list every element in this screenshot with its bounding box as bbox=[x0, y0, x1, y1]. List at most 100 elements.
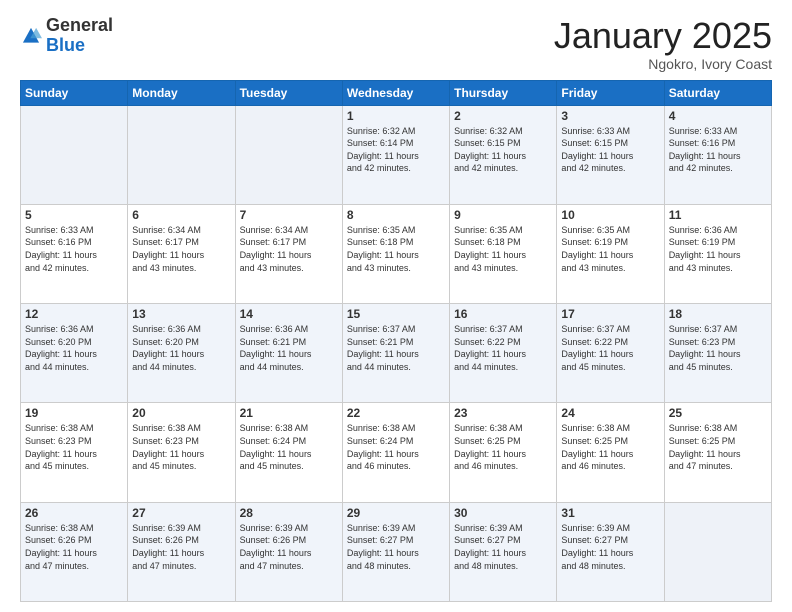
calendar-day-cell: 23 Sunrise: 6:38 AM Sunset: 6:25 PM Dayli… bbox=[450, 403, 557, 502]
day-info: Sunrise: 6:33 AM Sunset: 6:16 PM Dayligh… bbox=[669, 125, 767, 175]
day-number: 18 bbox=[669, 307, 767, 321]
calendar-week-row: 1 Sunrise: 6:32 AM Sunset: 6:14 PM Daylig… bbox=[21, 105, 772, 204]
location: Ngokro, Ivory Coast bbox=[554, 56, 772, 72]
day-info: Sunrise: 6:39 AM Sunset: 6:27 PM Dayligh… bbox=[454, 522, 552, 572]
day-info: Sunrise: 6:39 AM Sunset: 6:26 PM Dayligh… bbox=[132, 522, 230, 572]
calendar-day-cell: 24 Sunrise: 6:38 AM Sunset: 6:25 PM Dayli… bbox=[557, 403, 664, 502]
calendar-week-row: 26 Sunrise: 6:38 AM Sunset: 6:26 PM Dayli… bbox=[21, 502, 772, 601]
calendar-day-cell bbox=[21, 105, 128, 204]
calendar-day-cell: 31 Sunrise: 6:39 AM Sunset: 6:27 PM Dayli… bbox=[557, 502, 664, 601]
day-info: Sunrise: 6:35 AM Sunset: 6:18 PM Dayligh… bbox=[347, 224, 445, 274]
calendar-day-cell: 19 Sunrise: 6:38 AM Sunset: 6:23 PM Dayli… bbox=[21, 403, 128, 502]
day-info: Sunrise: 6:34 AM Sunset: 6:17 PM Dayligh… bbox=[132, 224, 230, 274]
calendar-week-row: 5 Sunrise: 6:33 AM Sunset: 6:16 PM Daylig… bbox=[21, 204, 772, 303]
calendar-week-row: 19 Sunrise: 6:38 AM Sunset: 6:23 PM Dayli… bbox=[21, 403, 772, 502]
calendar-day-cell: 3 Sunrise: 6:33 AM Sunset: 6:15 PM Daylig… bbox=[557, 105, 664, 204]
logo-blue: Blue bbox=[46, 35, 85, 55]
day-info: Sunrise: 6:37 AM Sunset: 6:21 PM Dayligh… bbox=[347, 323, 445, 373]
day-info: Sunrise: 6:36 AM Sunset: 6:21 PM Dayligh… bbox=[240, 323, 338, 373]
day-info: Sunrise: 6:39 AM Sunset: 6:27 PM Dayligh… bbox=[561, 522, 659, 572]
day-number: 6 bbox=[132, 208, 230, 222]
calendar-day-cell: 16 Sunrise: 6:37 AM Sunset: 6:22 PM Dayli… bbox=[450, 304, 557, 403]
calendar-day-cell: 18 Sunrise: 6:37 AM Sunset: 6:23 PM Dayli… bbox=[664, 304, 771, 403]
day-number: 14 bbox=[240, 307, 338, 321]
calendar-day-header: Monday bbox=[128, 80, 235, 105]
day-info: Sunrise: 6:37 AM Sunset: 6:22 PM Dayligh… bbox=[454, 323, 552, 373]
day-number: 1 bbox=[347, 109, 445, 123]
day-info: Sunrise: 6:36 AM Sunset: 6:20 PM Dayligh… bbox=[132, 323, 230, 373]
calendar-day-cell: 4 Sunrise: 6:33 AM Sunset: 6:16 PM Daylig… bbox=[664, 105, 771, 204]
calendar-day-header: Sunday bbox=[21, 80, 128, 105]
day-number: 11 bbox=[669, 208, 767, 222]
day-number: 17 bbox=[561, 307, 659, 321]
day-info: Sunrise: 6:34 AM Sunset: 6:17 PM Dayligh… bbox=[240, 224, 338, 274]
calendar-day-header: Wednesday bbox=[342, 80, 449, 105]
day-number: 25 bbox=[669, 406, 767, 420]
calendar-day-cell: 11Sunrise: 6:36 AM Sunset: 6:19 PM Dayli… bbox=[664, 204, 771, 303]
day-info: Sunrise: 6:38 AM Sunset: 6:25 PM Dayligh… bbox=[454, 422, 552, 472]
calendar-day-cell: 7 Sunrise: 6:34 AM Sunset: 6:17 PM Daylig… bbox=[235, 204, 342, 303]
day-info: Sunrise: 6:36 AM Sunset: 6:20 PM Dayligh… bbox=[25, 323, 123, 373]
day-number: 16 bbox=[454, 307, 552, 321]
calendar-day-cell: 12 Sunrise: 6:36 AM Sunset: 6:20 PM Dayli… bbox=[21, 304, 128, 403]
calendar-day-header: Thursday bbox=[450, 80, 557, 105]
calendar-day-cell: 1 Sunrise: 6:32 AM Sunset: 6:14 PM Daylig… bbox=[342, 105, 449, 204]
page: General Blue January 2025 Ngokro, Ivory … bbox=[0, 0, 792, 612]
day-info: Sunrise: 6:38 AM Sunset: 6:24 PM Dayligh… bbox=[347, 422, 445, 472]
day-number: 24 bbox=[561, 406, 659, 420]
day-number: 10 bbox=[561, 208, 659, 222]
day-number: 5 bbox=[25, 208, 123, 222]
day-info: Sunrise: 6:38 AM Sunset: 6:23 PM Dayligh… bbox=[132, 422, 230, 472]
calendar-day-cell: 17 Sunrise: 6:37 AM Sunset: 6:22 PM Dayli… bbox=[557, 304, 664, 403]
day-number: 8 bbox=[347, 208, 445, 222]
day-number: 15 bbox=[347, 307, 445, 321]
calendar-day-cell: 28Sunrise: 6:39 AM Sunset: 6:26 PM Dayli… bbox=[235, 502, 342, 601]
calendar-day-header: Tuesday bbox=[235, 80, 342, 105]
calendar-header-row: SundayMondayTuesdayWednesdayThursdayFrid… bbox=[21, 80, 772, 105]
calendar-day-header: Friday bbox=[557, 80, 664, 105]
calendar-day-cell: 6 Sunrise: 6:34 AM Sunset: 6:17 PM Daylig… bbox=[128, 204, 235, 303]
day-number: 21 bbox=[240, 406, 338, 420]
calendar-day-cell bbox=[128, 105, 235, 204]
day-info: Sunrise: 6:37 AM Sunset: 6:23 PM Dayligh… bbox=[669, 323, 767, 373]
day-number: 3 bbox=[561, 109, 659, 123]
calendar-day-cell: 15 Sunrise: 6:37 AM Sunset: 6:21 PM Dayli… bbox=[342, 304, 449, 403]
calendar-day-cell: 2 Sunrise: 6:32 AM Sunset: 6:15 PM Daylig… bbox=[450, 105, 557, 204]
day-info: Sunrise: 6:38 AM Sunset: 6:23 PM Dayligh… bbox=[25, 422, 123, 472]
calendar-day-cell: 8 Sunrise: 6:35 AM Sunset: 6:18 PM Daylig… bbox=[342, 204, 449, 303]
day-info: Sunrise: 6:38 AM Sunset: 6:25 PM Dayligh… bbox=[561, 422, 659, 472]
day-number: 12 bbox=[25, 307, 123, 321]
calendar-week-row: 12 Sunrise: 6:36 AM Sunset: 6:20 PM Dayli… bbox=[21, 304, 772, 403]
day-info: Sunrise: 6:39 AM Sunset: 6:27 PM Dayligh… bbox=[347, 522, 445, 572]
day-number: 20 bbox=[132, 406, 230, 420]
header: General Blue January 2025 Ngokro, Ivory … bbox=[20, 16, 772, 72]
day-info: Sunrise: 6:35 AM Sunset: 6:18 PM Dayligh… bbox=[454, 224, 552, 274]
day-info: Sunrise: 6:33 AM Sunset: 6:15 PM Dayligh… bbox=[561, 125, 659, 175]
day-number: 4 bbox=[669, 109, 767, 123]
day-info: Sunrise: 6:32 AM Sunset: 6:15 PM Dayligh… bbox=[454, 125, 552, 175]
calendar-day-cell bbox=[664, 502, 771, 601]
day-number: 7 bbox=[240, 208, 338, 222]
day-info: Sunrise: 6:32 AM Sunset: 6:14 PM Dayligh… bbox=[347, 125, 445, 175]
calendar-day-cell: 14 Sunrise: 6:36 AM Sunset: 6:21 PM Dayli… bbox=[235, 304, 342, 403]
calendar-day-cell: 21Sunrise: 6:38 AM Sunset: 6:24 PM Dayli… bbox=[235, 403, 342, 502]
logo-general: General bbox=[46, 15, 113, 35]
day-info: Sunrise: 6:33 AM Sunset: 6:16 PM Dayligh… bbox=[25, 224, 123, 274]
calendar-day-cell bbox=[235, 105, 342, 204]
day-info: Sunrise: 6:35 AM Sunset: 6:19 PM Dayligh… bbox=[561, 224, 659, 274]
day-number: 23 bbox=[454, 406, 552, 420]
month-title: January 2025 bbox=[554, 16, 772, 56]
day-info: Sunrise: 6:37 AM Sunset: 6:22 PM Dayligh… bbox=[561, 323, 659, 373]
day-number: 22 bbox=[347, 406, 445, 420]
calendar-day-cell: 22 Sunrise: 6:38 AM Sunset: 6:24 PM Dayli… bbox=[342, 403, 449, 502]
calendar-day-cell: 25 Sunrise: 6:38 AM Sunset: 6:25 PM Dayli… bbox=[664, 403, 771, 502]
day-number: 31 bbox=[561, 506, 659, 520]
day-number: 2 bbox=[454, 109, 552, 123]
day-info: Sunrise: 6:38 AM Sunset: 6:25 PM Dayligh… bbox=[669, 422, 767, 472]
day-number: 26 bbox=[25, 506, 123, 520]
day-number: 27 bbox=[132, 506, 230, 520]
day-number: 30 bbox=[454, 506, 552, 520]
calendar-day-cell: 5 Sunrise: 6:33 AM Sunset: 6:16 PM Daylig… bbox=[21, 204, 128, 303]
day-info: Sunrise: 6:38 AM Sunset: 6:26 PM Dayligh… bbox=[25, 522, 123, 572]
day-number: 19 bbox=[25, 406, 123, 420]
